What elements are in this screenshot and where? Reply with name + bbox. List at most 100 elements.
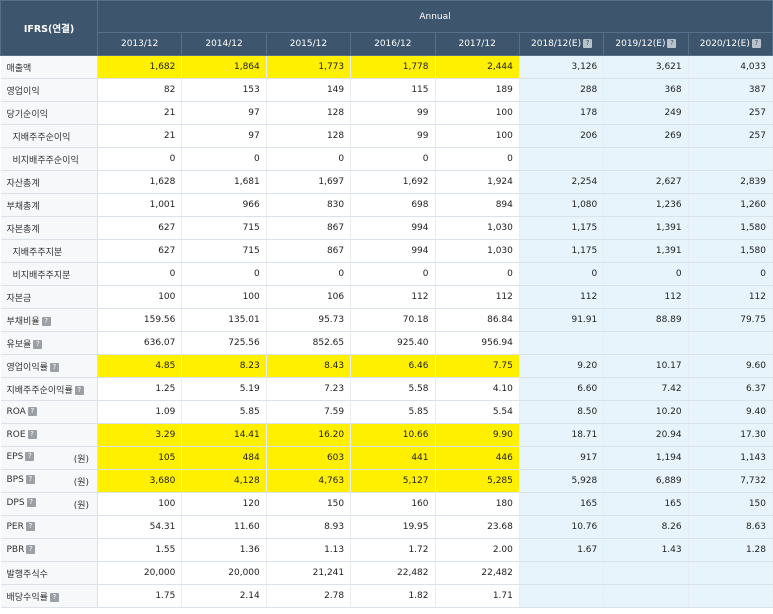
value-cell: 16.20 [266,423,352,447]
value-cell: 852.65 [266,331,352,355]
help-icon[interactable]: ? [26,545,36,554]
value-cell: 19.95 [350,515,436,539]
help-icon[interactable]: ? [25,522,35,531]
value-cell: 3,126 [519,55,605,79]
value-cell: 387 [688,78,773,102]
value-cell: 8.93 [266,515,352,539]
row-label-cell: 지배주주지분 [0,239,98,263]
value-cell: 725.56 [181,331,267,355]
value-cell: 2,254 [519,170,605,194]
help-icon[interactable]: ? [33,339,43,349]
row-label: 유보율 [6,339,32,350]
row-label-cell: DPS? (원) [0,492,98,516]
value-cell [603,584,689,608]
help-icon[interactable]: ? [49,362,59,372]
value-cell: 603 [266,446,352,470]
help-icon[interactable]: ? [25,474,35,484]
value-cell: 20,000 [97,561,183,585]
value-cell: 1,080 [519,193,605,217]
value-cell: 484 [181,446,267,470]
table-row: 자본금 100 100 106 112 112 112 112 112 [0,285,773,309]
row-label: 매출액 [6,63,32,74]
value-cell: 1,391 [603,239,689,263]
table-row: 자산총계 1,628 1,681 1,697 1,692 1,924 2,254 2,627 2… [0,170,773,194]
row-label: 지배주주순이익 [12,132,71,143]
value-cell: 4.10 [435,377,520,401]
value-cell: 894 [435,193,520,217]
table-row: 배당수익률? 1.75 2.14 2.78 1.82 1.71 [0,584,773,608]
value-cell: 288 [519,78,605,102]
value-cell: 11.60 [181,515,267,539]
value-cell: 159.56 [97,308,183,332]
value-cell [688,561,773,585]
value-cell: 7.75 [435,354,520,378]
value-cell: 6,889 [603,469,689,493]
help-icon[interactable]: ? [583,39,593,48]
value-cell: 150 [266,492,352,516]
row-label: EPS [6,451,24,462]
value-cell: 115 [350,78,436,102]
value-cell: 9.90 [435,423,520,447]
table-row: PBR? 1.55 1.36 1.13 1.72 2.00 1.67 1.43 1.28 [0,538,773,562]
annual-group-header: Annual [97,0,773,33]
value-cell: 1.28 [688,538,773,562]
help-icon[interactable]: ? [26,497,36,507]
value-cell: 5.85 [350,400,436,424]
value-cell: 1,628 [97,170,183,194]
table-row: 유보율? 636.07 725.56 852.65 925.40 956.94 [0,331,773,355]
row-label: ROA [6,407,26,417]
value-cell: 1.09 [97,400,183,424]
help-icon[interactable]: ? [667,39,677,48]
table-row: BPS? (원) 3,680 4,128 4,763 5,127 5,285 5,928 6,8… [0,469,773,493]
value-cell: 441 [350,446,436,470]
row-label-cell: 지배주주순이익 [0,124,98,148]
period-header-0: 2013/12 [96,32,183,56]
value-cell: 1,924 [435,170,520,194]
value-cell: 1,175 [519,216,605,240]
value-cell: 5,285 [435,469,520,493]
help-icon[interactable]: ? [751,39,761,48]
row-label: 부채비율 [6,316,40,327]
value-cell: 112 [688,285,773,309]
help-icon[interactable]: ? [25,451,35,461]
help-icon[interactable]: ? [41,316,51,326]
value-cell: 6.60 [519,377,605,401]
financial-rows: 매출액 1,682 1,864 1,773 1,778 2,444 3,126 3,621 4,… [0,55,773,608]
value-cell: 97 [181,101,267,125]
table-row: 당기순이익 21 97 128 99 100 178 249 257 [0,101,773,125]
value-cell: 100 [181,285,267,309]
period-header-1: 2014/12 [181,32,267,56]
value-cell: 1,194 [603,446,689,470]
row-label-cell: 자본총계 [0,216,98,240]
row-label: 배당수익률 [6,592,48,603]
value-cell: 100 [97,492,183,516]
value-cell: 160 [350,492,436,516]
value-cell: 1.55 [97,538,183,562]
table-row: PER? 54.31 11.60 8.93 19.95 23.68 10.76 8.26 8.6… [0,515,773,539]
value-cell: 698 [350,193,436,217]
help-icon[interactable]: ? [74,385,84,395]
value-cell: 95.73 [266,308,352,332]
value-cell: 178 [519,101,605,125]
value-cell: 1,692 [350,170,436,194]
row-label-cell: PBR? [0,538,98,562]
table-row: 부채총계 1,001 966 830 698 894 1,080 1,236 1,260 [0,193,773,217]
value-cell: 627 [97,239,183,263]
value-cell: 112 [350,285,436,309]
help-icon[interactable]: ? [49,592,59,602]
value-cell: 3,621 [603,55,689,79]
value-cell: 18.71 [519,423,605,447]
unit-label: (원) [73,477,89,488]
value-cell: 5,127 [350,469,436,493]
value-cell: 2.14 [181,584,267,608]
value-cell: 1.75 [97,584,183,608]
value-cell: 1,260 [688,193,773,217]
help-icon[interactable]: ? [27,407,37,416]
row-label: 지배주주순이익률 [6,385,73,396]
value-cell: 1.82 [350,584,436,608]
help-icon[interactable]: ? [27,430,37,439]
value-cell: 180 [435,492,520,516]
period-label: 2016/12 [374,39,412,49]
value-cell: 8.50 [519,400,605,424]
row-label: PBR [6,545,25,555]
